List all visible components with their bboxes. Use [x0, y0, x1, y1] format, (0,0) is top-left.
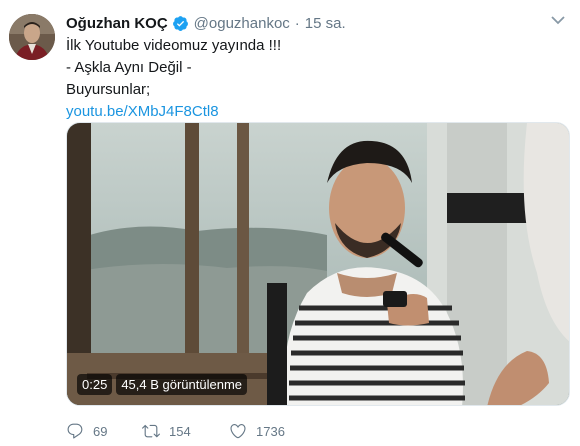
like-count: 1736 — [256, 423, 285, 439]
reply-icon — [67, 423, 83, 439]
video-info-badge: 0:25 45,4 B görüntülenme — [77, 373, 248, 395]
video-duration: 0:25 — [77, 373, 113, 395]
verified-badge-icon — [172, 15, 188, 31]
retweet-button[interactable]: 154 — [142, 422, 229, 440]
youtube-link[interactable]: youtu.be/XMbJ4F8Ctl8 — [66, 101, 281, 123]
caret-down-icon[interactable] — [551, 15, 565, 25]
like-button[interactable]: 1736 — [229, 422, 285, 440]
tweet-text-line: - Aşkla Aynı Değil - — [66, 59, 192, 76]
retweet-count: 154 — [169, 423, 191, 439]
header-separator: · — [294, 14, 300, 32]
tweet-actions: 69 154 1736 — [66, 420, 285, 442]
timestamp[interactable]: 15 sa. — [305, 15, 346, 32]
tweet-header: Oğuzhan KOÇ @oguzhankoc · 15 sa. — [66, 12, 346, 34]
reply-button[interactable]: 69 — [66, 422, 142, 440]
like-icon — [230, 424, 246, 439]
avatar[interactable] — [9, 14, 55, 60]
reply-count: 69 — [93, 423, 108, 439]
tweet-text: İlk Youtube videomuz yayında !!! - Aşkla… — [66, 35, 281, 123]
author-handle[interactable]: @oguzhankoc — [194, 15, 290, 32]
tweet-text-line: İlk Youtube videomuz yayında !!! — [66, 37, 282, 54]
video-frame — [67, 123, 569, 405]
video-player[interactable]: 0:25 45,4 B görüntülenme — [66, 122, 570, 406]
video-views: 45,4 B görüntülenme — [116, 373, 248, 395]
retweet-icon — [142, 424, 160, 438]
tweet-text-line: Buyursunlar; — [66, 81, 151, 98]
tweet[interactable]: Oğuzhan KOÇ @oguzhankoc · 15 sa. İlk You… — [0, 0, 580, 446]
author-name[interactable]: Oğuzhan KOÇ — [66, 15, 168, 32]
